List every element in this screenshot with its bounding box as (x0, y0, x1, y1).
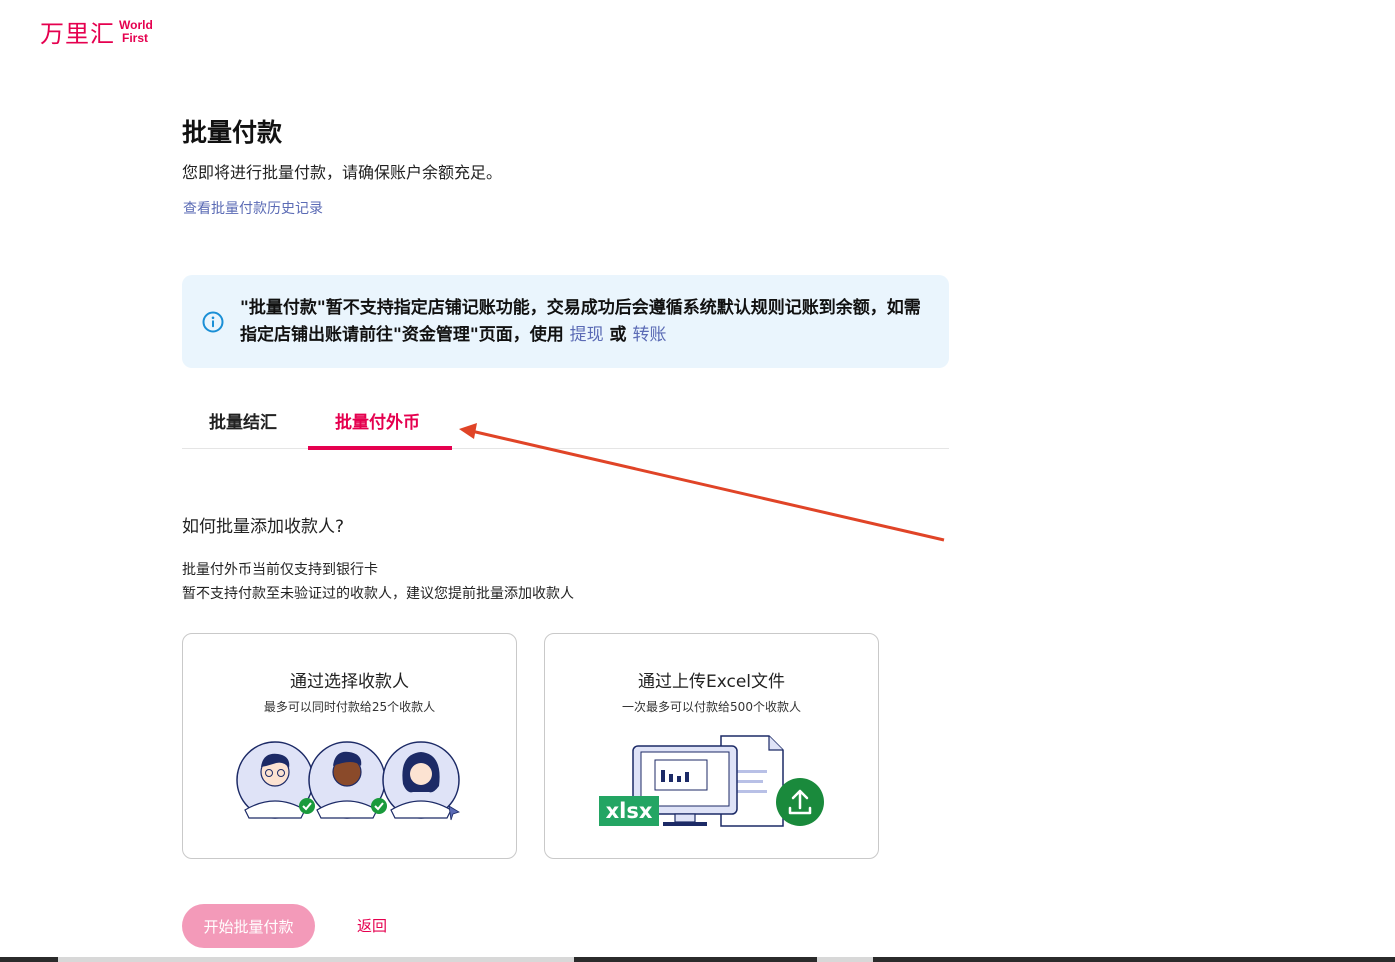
notice-text: "批量付款"暂不支持指定店铺记账功能，交易成功后会遵循系统默认规则记账到余额，如… (240, 295, 929, 349)
howto-line-1: 批量付外币当前仅支持到银行卡 (182, 562, 378, 578)
annotation-arrow (459, 423, 945, 542)
transfer-link[interactable]: 转账 (632, 325, 666, 345)
card-subtitle: 一次最多可以付款给500个收款人 (622, 700, 801, 714)
card-title: 通过选择收款人 (290, 672, 409, 692)
batch-history-link[interactable]: 查看批量付款历史记录 (183, 198, 323, 218)
tab-batch-foreign-payment[interactable]: 批量付外币 (308, 408, 452, 450)
xlsx-badge-text: xlsx (606, 799, 653, 823)
brand-name-en-line1: World (119, 17, 153, 32)
upload-excel-card[interactable]: 通过上传Excel文件 一次最多可以付款给500个收款人 xlsx (544, 633, 879, 859)
taskbar-segment (817, 957, 873, 962)
select-payee-card[interactable]: 通过选择收款人 最多可以同时付款给25个收款人 (182, 633, 517, 859)
howto-title: 如何批量添加收款人? (182, 517, 345, 537)
howto-line-2: 暂不支持付款至未验证过的收款人，建议您提前批量添加收款人 (182, 586, 574, 602)
start-batch-payment-button[interactable]: 开始批量付款 (182, 904, 315, 948)
excel-upload-illustration-icon: xlsx (599, 735, 824, 827)
back-button[interactable]: 返回 (357, 915, 387, 936)
info-icon (202, 311, 224, 332)
page-title: 批量付款 (182, 118, 283, 147)
brand-name-en-line2: First (122, 30, 149, 45)
notice-connector: 或 (603, 324, 633, 345)
bottom-taskbar (0, 957, 1395, 962)
brand-logo[interactable]: 万里汇 World First (40, 14, 153, 49)
tab-batch-settlement[interactable]: 批量结汇 (209, 408, 277, 449)
taskbar-segment (58, 957, 574, 962)
brand-name-cn: 万里汇 (40, 20, 115, 48)
page-subtitle: 您即将进行批量付款，请确保账户余额充足。 (182, 163, 503, 182)
card-title: 通过上传Excel文件 (637, 672, 786, 692)
brand-name-en: World First (119, 17, 153, 45)
withdraw-link[interactable]: 提现 (570, 325, 604, 345)
payees-illustration-icon (236, 741, 460, 821)
info-notice: "批量付款"暂不支持指定店铺记账功能，交易成功后会遵循系统默认规则记账到余额，如… (182, 275, 949, 368)
card-subtitle: 最多可以同时付款给25个收款人 (263, 700, 436, 714)
